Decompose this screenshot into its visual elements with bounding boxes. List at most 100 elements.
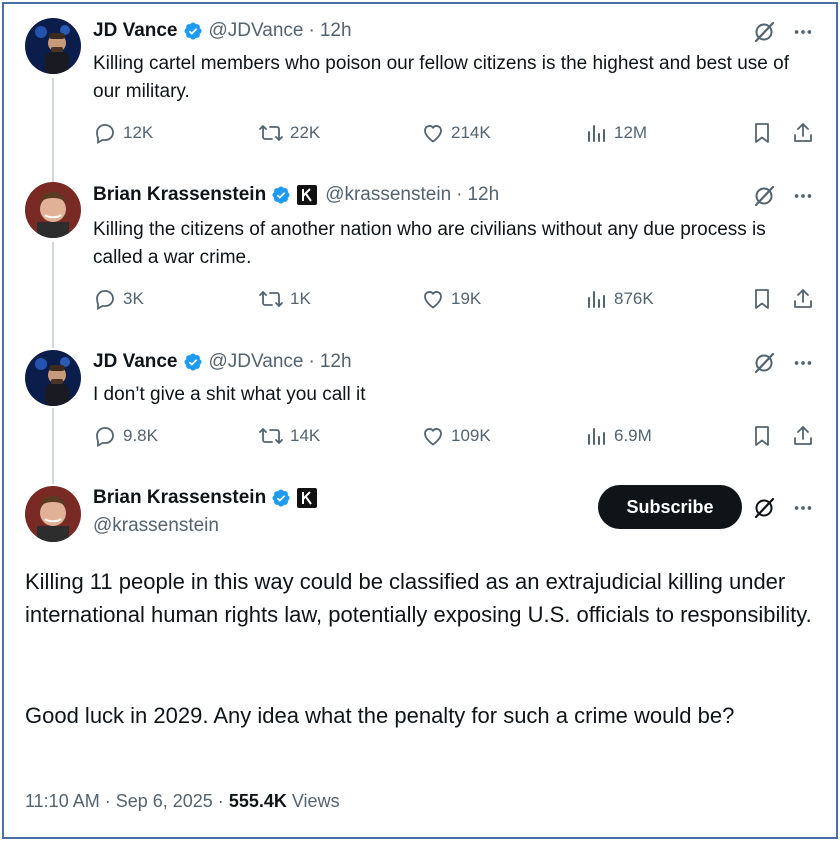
share-button[interactable]	[791, 287, 815, 311]
author-handle[interactable]: @krassenstein	[325, 184, 451, 206]
bookmark-icon	[751, 287, 773, 311]
author-handle[interactable]: @krassenstein	[93, 515, 219, 537]
bookmark-button[interactable]	[751, 424, 773, 448]
tweet-text: Killing the citizens of another nation w…	[93, 219, 766, 268]
tweet-top-actions	[752, 351, 814, 380]
share-icon	[791, 424, 815, 448]
affiliate-badge-icon[interactable]	[297, 488, 318, 508]
verified-badge-icon	[271, 185, 291, 205]
views-label: Views	[291, 791, 340, 811]
avatar-brian-krassenstein[interactable]	[25, 486, 81, 542]
tweet-text: Killing cartel members who poison our fe…	[93, 53, 789, 102]
grok-icon[interactable]	[752, 496, 776, 525]
like-icon	[421, 424, 445, 448]
subscribe-button[interactable]: Subscribe	[598, 485, 742, 529]
views-count: 876K	[614, 289, 654, 308]
views-icon	[586, 121, 608, 145]
avatar-jd-vance[interactable]	[25, 18, 81, 74]
reply-count: 3K	[123, 289, 144, 308]
avatar-brian-krassenstein[interactable]	[25, 182, 81, 238]
retweet-button[interactable]: 1K	[258, 287, 311, 311]
thread-line	[52, 408, 54, 484]
reply-button[interactable]: 12K	[93, 121, 153, 145]
tweet-timestamp[interactable]: 11:10 AM · Sep 6, 2025 ·	[25, 791, 224, 811]
more-icon[interactable]	[792, 497, 814, 524]
like-count: 109K	[451, 426, 491, 445]
thread-line	[52, 78, 54, 182]
more-icon[interactable]	[792, 352, 814, 379]
tweet-top-actions	[752, 496, 814, 525]
tweet-actions: 3K 1K 19K 876K	[93, 287, 823, 317]
separator: ·	[308, 20, 315, 41]
main-tweet-header: Brian Krassenstein	[93, 487, 325, 509]
like-count: 214K	[451, 123, 491, 142]
main-tweet-handle-row: @krassenstein	[93, 515, 219, 537]
tweet-header: JD Vance @JDVance · 12h	[93, 351, 352, 373]
retweet-count: 14K	[290, 426, 321, 445]
retweet-button[interactable]: 14K	[258, 424, 320, 448]
bookmark-button[interactable]	[751, 121, 773, 145]
bookmark-button[interactable]	[751, 287, 773, 311]
like-count: 19K	[451, 289, 482, 308]
tweet-actions: 12K 22K 214K 12M	[93, 121, 823, 151]
views-count: 12M	[614, 123, 648, 142]
views-button[interactable]: 12M	[586, 121, 647, 145]
tweet-header: JD Vance @JDVance · 12h	[93, 20, 352, 42]
tweet-time[interactable]: 12h	[320, 20, 352, 42]
author-name[interactable]: JD Vance	[93, 20, 178, 42]
like-button[interactable]: 109K	[421, 424, 491, 448]
reply-icon	[93, 424, 117, 448]
reply-icon	[93, 121, 117, 145]
views-count: 555.4K	[228, 791, 287, 811]
like-icon	[421, 287, 445, 311]
tweet-actions: 9.8K 14K 109K 6.9M	[93, 424, 823, 454]
verified-badge-icon	[271, 488, 291, 508]
retweet-icon	[258, 424, 284, 448]
like-button[interactable]: 214K	[421, 121, 491, 145]
retweet-icon	[258, 121, 284, 145]
like-button[interactable]: 19K	[421, 287, 481, 311]
reply-icon	[93, 287, 117, 311]
views-count: 6.9M	[614, 426, 652, 445]
tweet-header: Brian Krassenstein @krassenstein · 12h	[93, 184, 499, 206]
reply-count: 12K	[123, 123, 154, 142]
grok-icon[interactable]	[752, 20, 776, 49]
views-button[interactable]: 6.9M	[586, 424, 652, 448]
reply-button[interactable]: 3K	[93, 287, 144, 311]
reply-button[interactable]: 9.8K	[93, 424, 158, 448]
bookmark-icon	[751, 424, 773, 448]
tweet-top-actions	[752, 20, 814, 49]
tweet-time[interactable]: 12h	[467, 184, 499, 206]
grok-icon[interactable]	[752, 184, 776, 213]
retweet-icon	[258, 287, 284, 311]
avatar-jd-vance[interactable]	[25, 350, 81, 406]
author-handle[interactable]: @JDVance	[209, 20, 304, 42]
author-handle[interactable]: @JDVance	[209, 351, 304, 373]
author-name[interactable]: Brian Krassenstein	[93, 184, 266, 206]
views-icon	[586, 424, 608, 448]
verified-badge-icon	[183, 352, 203, 372]
main-tweet-paragraph: Killing 11 people in this way could be c…	[25, 569, 812, 627]
separator: ·	[456, 184, 463, 205]
thread-line	[52, 242, 54, 348]
grok-icon[interactable]	[752, 351, 776, 380]
author-name[interactable]: JD Vance	[93, 351, 178, 373]
share-button[interactable]	[791, 121, 815, 145]
verified-badge-icon	[183, 21, 203, 41]
author-name[interactable]: Brian Krassenstein	[93, 487, 266, 509]
bookmark-icon	[751, 121, 773, 145]
share-icon	[791, 287, 815, 311]
retweet-button[interactable]: 22K	[258, 121, 320, 145]
affiliate-badge-icon[interactable]	[297, 185, 318, 205]
like-icon	[421, 121, 445, 145]
main-tweet-paragraph: Good luck in 2029. Any idea what the pen…	[25, 703, 735, 728]
retweet-count: 1K	[290, 289, 311, 308]
views-button[interactable]: 876K	[586, 287, 654, 311]
tweet-time[interactable]: 12h	[320, 351, 352, 373]
separator: ·	[308, 351, 315, 372]
more-icon[interactable]	[792, 21, 814, 48]
tweet-text: I don’t give a shit what you call it	[93, 384, 366, 405]
share-button[interactable]	[791, 424, 815, 448]
reply-count: 9.8K	[123, 426, 158, 445]
more-icon[interactable]	[792, 185, 814, 212]
